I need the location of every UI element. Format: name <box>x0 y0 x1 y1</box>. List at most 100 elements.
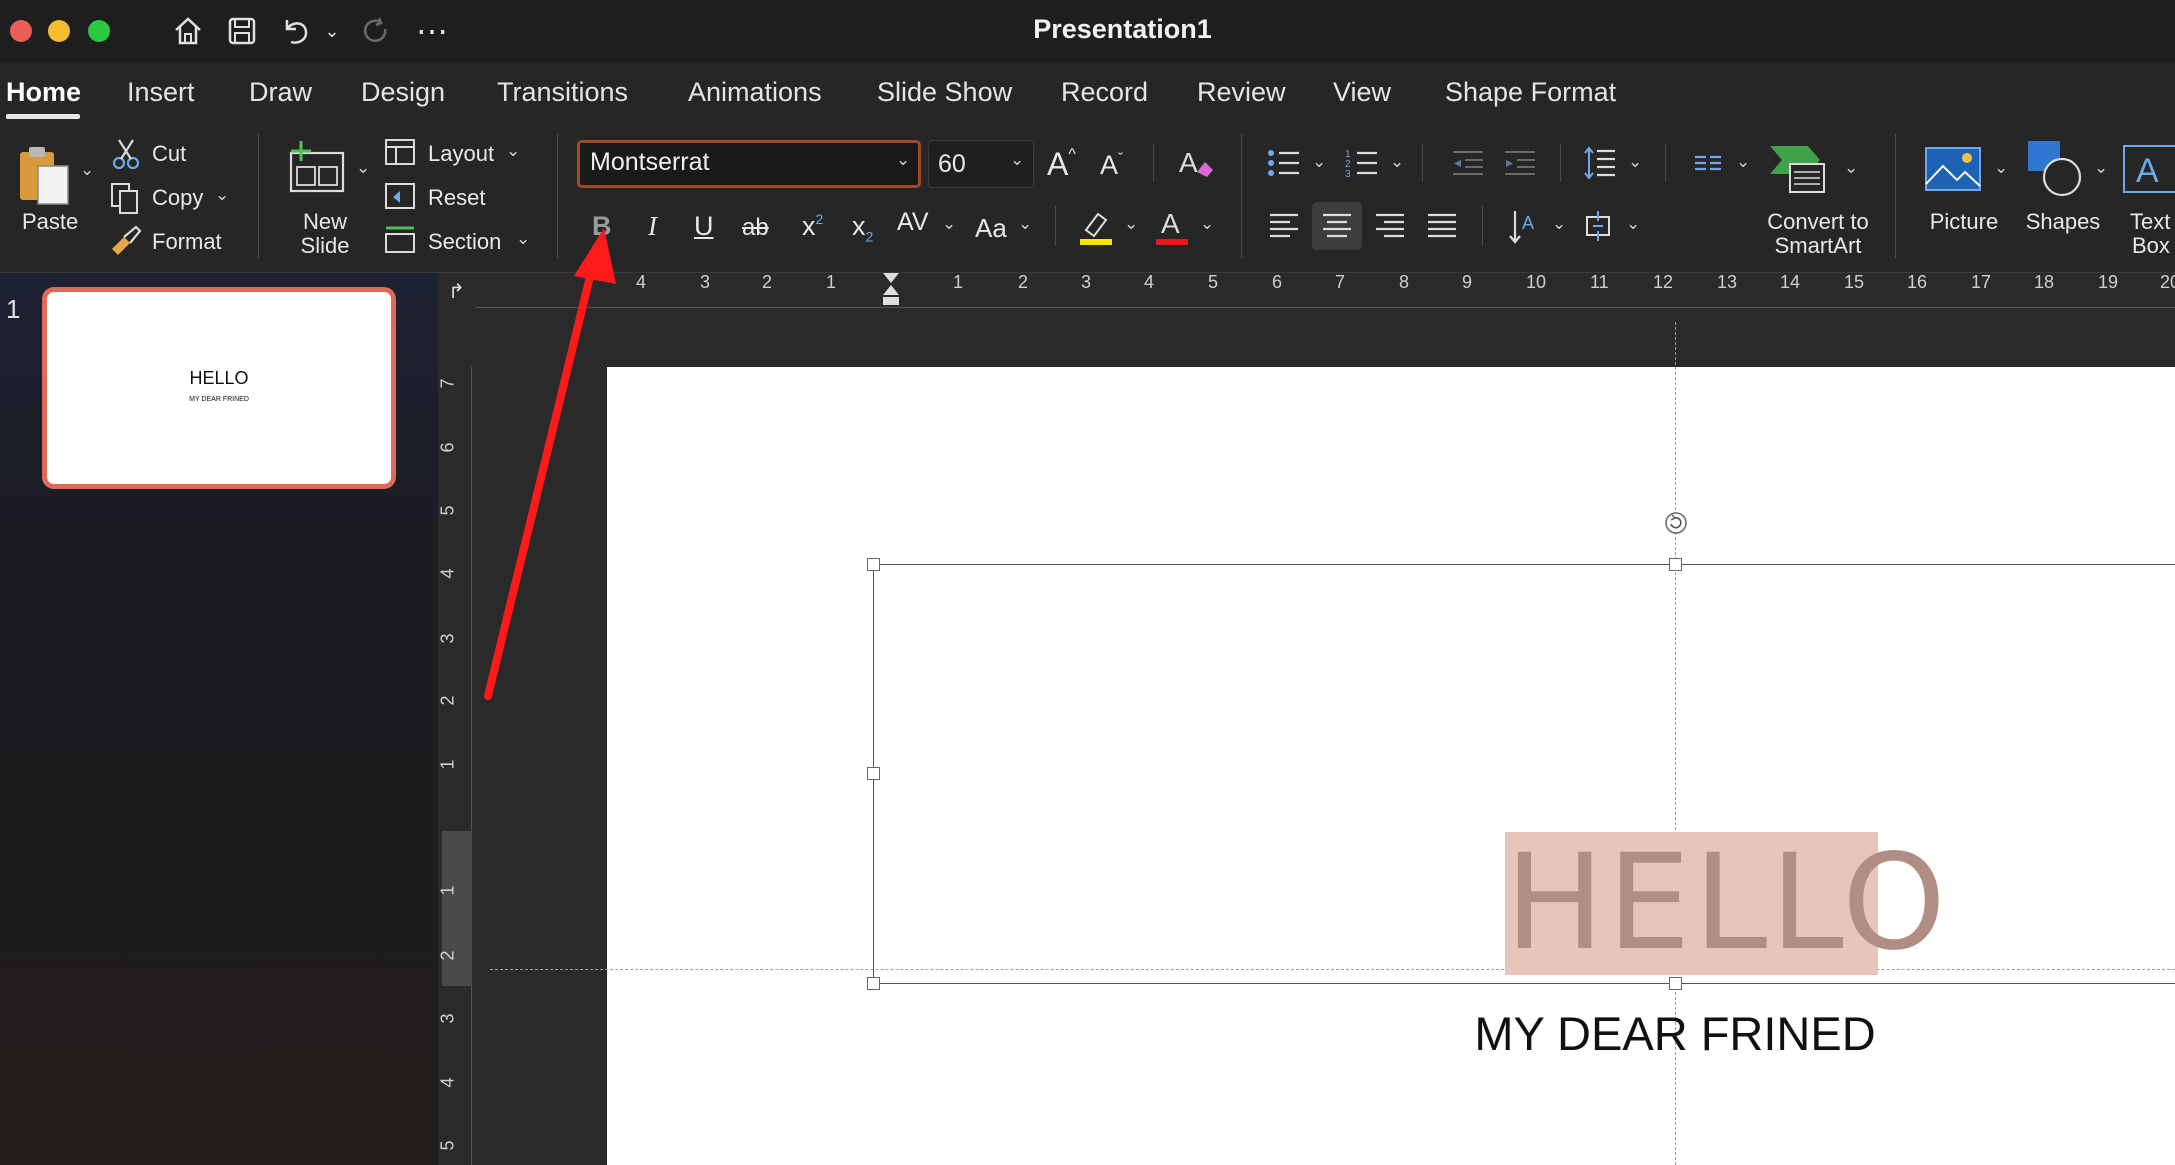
align-center-icon[interactable] <box>1312 202 1362 250</box>
decrease-indent-icon[interactable] <box>1450 146 1486 180</box>
tab-transitions[interactable]: Transitions <box>497 77 628 108</box>
line-spacing-icon[interactable] <box>1582 144 1618 182</box>
convert-smartart-label-line2[interactable]: SmartArt <box>1744 233 1892 259</box>
resize-handle[interactable] <box>867 767 880 780</box>
change-case-button[interactable]: Aa <box>975 213 1007 244</box>
tab-draw[interactable]: Draw <box>249 77 312 108</box>
font-name-chevron-down-icon[interactable]: ⌄ <box>896 150 910 170</box>
slide-thumbnail[interactable]: HELLO MY DEAR FRINED <box>42 287 396 489</box>
copy-icon[interactable] <box>108 181 142 215</box>
font-size-chevron-down-icon[interactable]: ⌄ <box>1010 150 1024 170</box>
reset-button[interactable]: Reset <box>428 185 485 211</box>
resize-handle[interactable] <box>1669 558 1682 571</box>
numbering-icon[interactable]: 123 <box>1344 146 1380 180</box>
character-spacing-chevron-down-icon[interactable]: ⌄ <box>942 214 956 234</box>
font-color-icon[interactable]: A <box>1154 206 1190 246</box>
highlight-chevron-down-icon[interactable]: ⌄ <box>1124 214 1138 234</box>
rotate-handle-icon[interactable] <box>1663 510 1689 536</box>
picture-label[interactable]: Picture <box>1916 209 2012 235</box>
character-spacing-button[interactable]: AV <box>897 208 929 237</box>
paste-chevron-down-icon[interactable]: ⌄ <box>80 160 94 180</box>
tab-home[interactable]: Home <box>6 77 81 108</box>
slide-title-selected-text[interactable]: HELLO <box>1505 832 1946 975</box>
columns-icon[interactable] <box>1690 148 1726 178</box>
shapes-icon[interactable] <box>2024 138 2088 200</box>
font-color-chevron-down-icon[interactable]: ⌄ <box>1200 214 1214 234</box>
superscript-label: x <box>802 211 816 241</box>
font-size-value: 60 <box>938 150 966 178</box>
section-icon[interactable] <box>384 224 416 256</box>
paste-icon[interactable] <box>12 140 76 210</box>
active-tab-indicator <box>6 114 80 119</box>
format-painter-icon[interactable] <box>108 224 142 256</box>
columns-chevron-down-icon[interactable]: ⌄ <box>1736 152 1750 172</box>
convert-smartart-label-line1[interactable]: Convert to <box>1744 209 1892 235</box>
change-case-chevron-down-icon[interactable]: ⌄ <box>1018 214 1032 234</box>
tab-design[interactable]: Design <box>361 77 445 108</box>
tab-shape-format[interactable]: Shape Format <box>1445 77 1616 108</box>
ruler-label: 17 <box>1971 272 1992 292</box>
new-slide-chevron-down-icon[interactable]: ⌄ <box>356 158 370 178</box>
tab-animations[interactable]: Animations <box>688 77 822 108</box>
cut-button[interactable]: Cut <box>152 141 186 167</box>
slide-subtitle[interactable]: MY DEAR FRINED <box>1400 1006 1950 1061</box>
shapes-label[interactable]: Shapes <box>2018 209 2108 235</box>
ruler-label: 5 <box>1208 272 1219 292</box>
ruler-baseline <box>475 307 2175 308</box>
bullets-chevron-down-icon[interactable]: ⌄ <box>1312 152 1326 172</box>
increase-indent-icon[interactable] <box>1502 146 1538 180</box>
italic-button[interactable]: I <box>648 211 657 242</box>
decrease-font-size-icon[interactable]: Aˇ <box>1100 150 1123 181</box>
line-spacing-chevron-down-icon[interactable]: ⌄ <box>1628 152 1642 172</box>
text-box-icon[interactable]: A <box>2122 140 2175 200</box>
copy-chevron-down-icon[interactable]: ⌄ <box>215 185 229 205</box>
justify-icon[interactable] <box>1424 208 1460 244</box>
increase-font-size-icon[interactable]: A^ <box>1047 146 1076 183</box>
shapes-chevron-down-icon[interactable]: ⌄ <box>2094 158 2108 178</box>
tab-record[interactable]: Record <box>1061 77 1148 108</box>
bullets-icon[interactable] <box>1266 146 1302 180</box>
text-box-label-line1[interactable]: Text <box>2130 209 2170 235</box>
slide-number: 1 <box>6 294 21 324</box>
paste-label[interactable]: Paste <box>22 209 78 235</box>
smartart-icon[interactable] <box>1762 140 1832 200</box>
new-slide-label-line1[interactable]: New <box>294 209 356 235</box>
smartart-chevron-down-icon[interactable]: ⌄ <box>1844 158 1858 178</box>
text-direction-chevron-down-icon[interactable]: ⌄ <box>1552 214 1566 234</box>
copy-button[interactable]: Copy <box>152 185 203 211</box>
tab-review[interactable]: Review <box>1197 77 1286 108</box>
resize-handle[interactable] <box>867 977 880 990</box>
superscript-button[interactable]: x2 <box>802 211 823 242</box>
ruler-label: 10 <box>1526 272 1547 292</box>
tab-view[interactable]: View <box>1333 77 1391 108</box>
layout-button[interactable]: Layout <box>428 141 494 167</box>
annotation-arrow <box>484 228 616 700</box>
align-left-icon[interactable] <box>1266 208 1302 244</box>
tab-slide-show[interactable]: Slide Show <box>877 77 1012 108</box>
subscript-button[interactable]: x2 <box>852 211 873 244</box>
layout-icon[interactable] <box>384 136 416 168</box>
clear-formatting-icon[interactable]: A <box>1176 142 1216 182</box>
format-painter-button[interactable]: Format <box>152 229 222 255</box>
strikethrough-button[interactable]: ab <box>742 214 769 242</box>
scissors-icon[interactable] <box>110 138 142 170</box>
document-title: Presentation1 <box>1033 14 1212 44</box>
new-slide-icon[interactable] <box>282 138 352 198</box>
text-box-label-line2[interactable]: Box <box>2132 233 2170 259</box>
picture-icon[interactable] <box>1920 140 1986 198</box>
text-direction-icon[interactable]: A <box>1506 206 1542 246</box>
align-text-icon[interactable] <box>1580 208 1616 244</box>
picture-chevron-down-icon[interactable]: ⌄ <box>1994 158 2008 178</box>
layout-chevron-down-icon[interactable]: ⌄ <box>506 141 520 161</box>
align-text-chevron-down-icon[interactable]: ⌄ <box>1626 214 1640 234</box>
resize-handle[interactable] <box>867 558 880 571</box>
numbering-chevron-down-icon[interactable]: ⌄ <box>1390 152 1404 172</box>
tab-insert[interactable]: Insert <box>127 77 195 108</box>
reset-icon[interactable] <box>384 180 416 212</box>
align-right-icon[interactable] <box>1372 208 1408 244</box>
highlight-color-icon[interactable] <box>1078 206 1114 246</box>
underline-button[interactable]: U <box>694 211 714 242</box>
indent-marker-icon[interactable] <box>882 273 900 313</box>
new-slide-label-line2[interactable]: Slide <box>294 233 356 259</box>
ruler-label: 2 <box>437 950 458 961</box>
